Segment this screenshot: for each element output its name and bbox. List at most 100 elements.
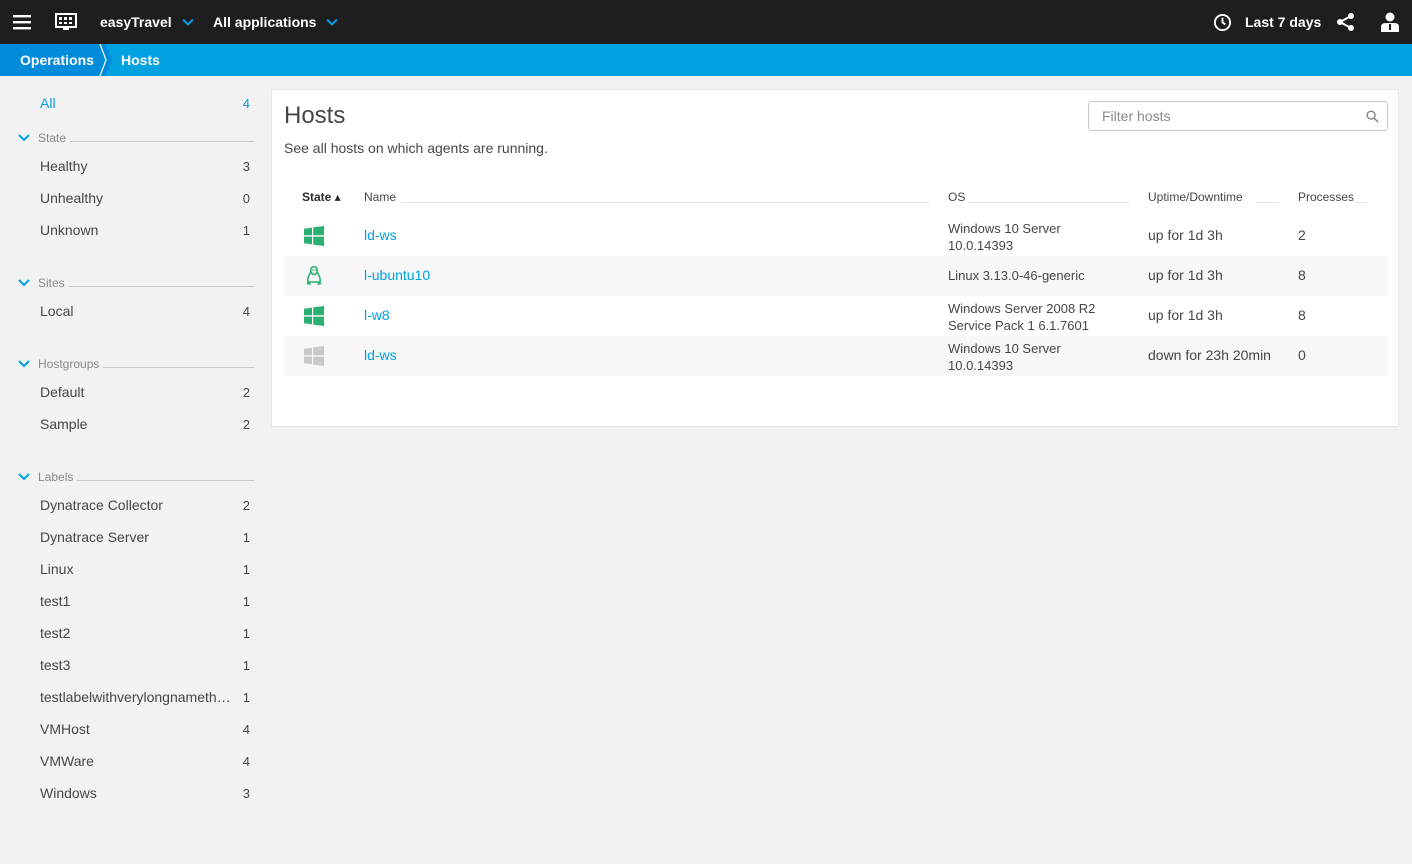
host-os-line: Windows 10 Server	[948, 341, 1061, 356]
breadcrumb-operations[interactable]: Operations	[0, 44, 106, 76]
sidebar-item-count: 1	[242, 689, 250, 705]
divider	[1355, 202, 1367, 203]
sidebar-item-vmhost[interactable]: VMHost 4	[40, 719, 250, 739]
sidebar-item-dynatrace-server[interactable]: Dynatrace Server 1	[40, 527, 250, 547]
divider	[77, 479, 254, 481]
sidebar-item-default[interactable]: Default 2	[40, 382, 250, 402]
host-process-count: 2	[1298, 227, 1306, 243]
sidebar-item-label: test2	[40, 625, 71, 641]
sidebar-item-label: Linux	[40, 561, 74, 577]
sidebar-group-hostgroups-toggle[interactable]: Hostgroups	[18, 356, 254, 372]
sidebar-item-count: 1	[242, 222, 250, 238]
sidebar-item-vmware[interactable]: VMWare 4	[40, 751, 250, 771]
sidebar-group-title: Hostgroups	[38, 357, 100, 371]
sidebar-item-sample[interactable]: Sample 2	[40, 414, 250, 434]
timeframe-selector[interactable]: Last 7 days	[1213, 0, 1321, 44]
host-name-link[interactable]: ld-ws	[364, 227, 397, 243]
sidebar-item-windows[interactable]: Windows 3	[40, 783, 250, 803]
sidebar-item-testlabelwithverylongname[interactable]: testlabelwithverylongnameth… 1	[40, 687, 250, 707]
sidebar-item-count: 4	[242, 721, 250, 737]
environment-button[interactable]	[55, 0, 77, 44]
sidebar-item-dynatrace-collector[interactable]: Dynatrace Collector 2	[40, 495, 250, 515]
host-name-link[interactable]: l-ubuntu10	[364, 267, 430, 283]
monitor-icon	[55, 13, 77, 30]
table-row[interactable]: ld-ws Windows 10 Server 10.0.14393 up fo…	[284, 216, 1388, 256]
column-header-uptime[interactable]: Uptime/Downtime	[1148, 190, 1243, 204]
breadcrumb-hosts[interactable]: Hosts	[121, 44, 160, 76]
sidebar-item-label: Dynatrace Collector	[40, 497, 163, 513]
sidebar-item-label: test3	[40, 657, 71, 673]
sidebar-item-count: 1	[242, 529, 250, 545]
sidebar-item-count: 3	[242, 785, 250, 801]
sidebar-item-healthy[interactable]: Healthy 3	[40, 156, 250, 176]
table-row[interactable]: l-ubuntu10 Linux 3.13.0-46-generic up fo…	[284, 256, 1388, 296]
sidebar-item-count: 3	[242, 158, 250, 174]
divider	[1256, 202, 1279, 203]
sidebar-group-title: Sites	[38, 276, 65, 290]
sidebar-item-test1[interactable]: test1 1	[40, 591, 250, 611]
share-button[interactable]	[1336, 0, 1356, 44]
sidebar-item-test3[interactable]: test3 1	[40, 655, 250, 675]
chevron-down-icon	[326, 18, 339, 26]
divider	[103, 366, 254, 368]
application-selector[interactable]: All applications	[213, 0, 339, 44]
user-icon	[1381, 12, 1399, 32]
host-uptime: up for 1d 3h	[1148, 227, 1223, 243]
sidebar-item-test2[interactable]: test2 1	[40, 623, 250, 643]
user-button[interactable]	[1381, 0, 1399, 44]
host-process-count: 8	[1298, 267, 1306, 283]
application-label: All applications	[213, 14, 317, 30]
top-bar: easyTravel All applications Last 7 days	[0, 0, 1412, 44]
sidebar-item-count: 1	[242, 561, 250, 577]
sidebar-item-label: Windows	[40, 785, 97, 801]
divider	[968, 202, 1129, 203]
sidebar-item-local[interactable]: Local 4	[40, 301, 250, 321]
host-process-count: 0	[1298, 347, 1306, 363]
table-row[interactable]: ld-ws Windows 10 Server 10.0.14393 down …	[284, 336, 1388, 376]
divider	[68, 285, 254, 287]
sidebar-item-unknown[interactable]: Unknown 1	[40, 220, 250, 240]
chevron-down-icon	[18, 279, 30, 287]
sidebar-item-count: 1	[242, 625, 250, 641]
breadcrumb-hosts-label: Hosts	[121, 52, 160, 68]
host-os-line: Service Pack 1 6.1.7601	[948, 318, 1089, 333]
host-name-link[interactable]: ld-ws	[364, 347, 397, 363]
page-description: See all hosts on which agents are runnin…	[284, 140, 548, 156]
sidebar-item-all[interactable]: All 4	[40, 93, 250, 113]
sidebar-group-title: State	[38, 131, 67, 145]
search-icon	[1366, 110, 1379, 123]
sidebar-item-unhealthy[interactable]: Unhealthy 0	[40, 188, 250, 208]
windows-icon	[304, 346, 324, 366]
sidebar-item-count: 2	[242, 384, 250, 400]
host-os-line: Windows Server 2008 R2	[948, 301, 1096, 316]
sidebar-item-count: 4	[242, 95, 250, 111]
sidebar-item-label: Unhealthy	[40, 190, 104, 206]
sidebar-group-sites-toggle[interactable]: Sites	[18, 275, 254, 291]
host-uptime: down for 23h 20min	[1148, 347, 1271, 363]
sidebar-group-title: Labels	[38, 470, 74, 484]
sidebar-group-state-toggle[interactable]: State	[18, 130, 254, 146]
linux-icon	[306, 266, 322, 285]
column-header-os[interactable]: OS	[948, 190, 965, 204]
hamburger-icon	[13, 15, 31, 30]
table-row[interactable]: l-w8 Windows Server 2008 R2 Service Pack…	[284, 296, 1388, 336]
column-header-processes[interactable]: Processes	[1298, 190, 1354, 204]
windows-icon	[304, 226, 324, 246]
sidebar-item-label: VMWare	[40, 753, 94, 769]
menu-button[interactable]	[13, 0, 31, 44]
sidebar-item-count: 1	[242, 593, 250, 609]
host-uptime: up for 1d 3h	[1148, 307, 1223, 323]
filter-box	[1088, 101, 1388, 131]
sidebar-item-label: Sample	[40, 416, 88, 432]
filter-hosts-input[interactable]	[1089, 102, 1359, 130]
sidebar-group-labels-toggle[interactable]: Labels	[18, 469, 254, 485]
environment-label: easyTravel	[100, 14, 172, 30]
sidebar-item-linux[interactable]: Linux 1	[40, 559, 250, 579]
sidebar-item-label: Local	[40, 303, 74, 319]
environment-selector[interactable]: easyTravel	[100, 0, 194, 44]
chevron-down-icon	[18, 134, 30, 142]
column-header-state[interactable]: State ▴	[302, 190, 341, 204]
host-name-link[interactable]: l-w8	[364, 307, 390, 323]
breadcrumb-operations-label: Operations	[20, 52, 94, 68]
column-header-name[interactable]: Name	[364, 190, 396, 204]
